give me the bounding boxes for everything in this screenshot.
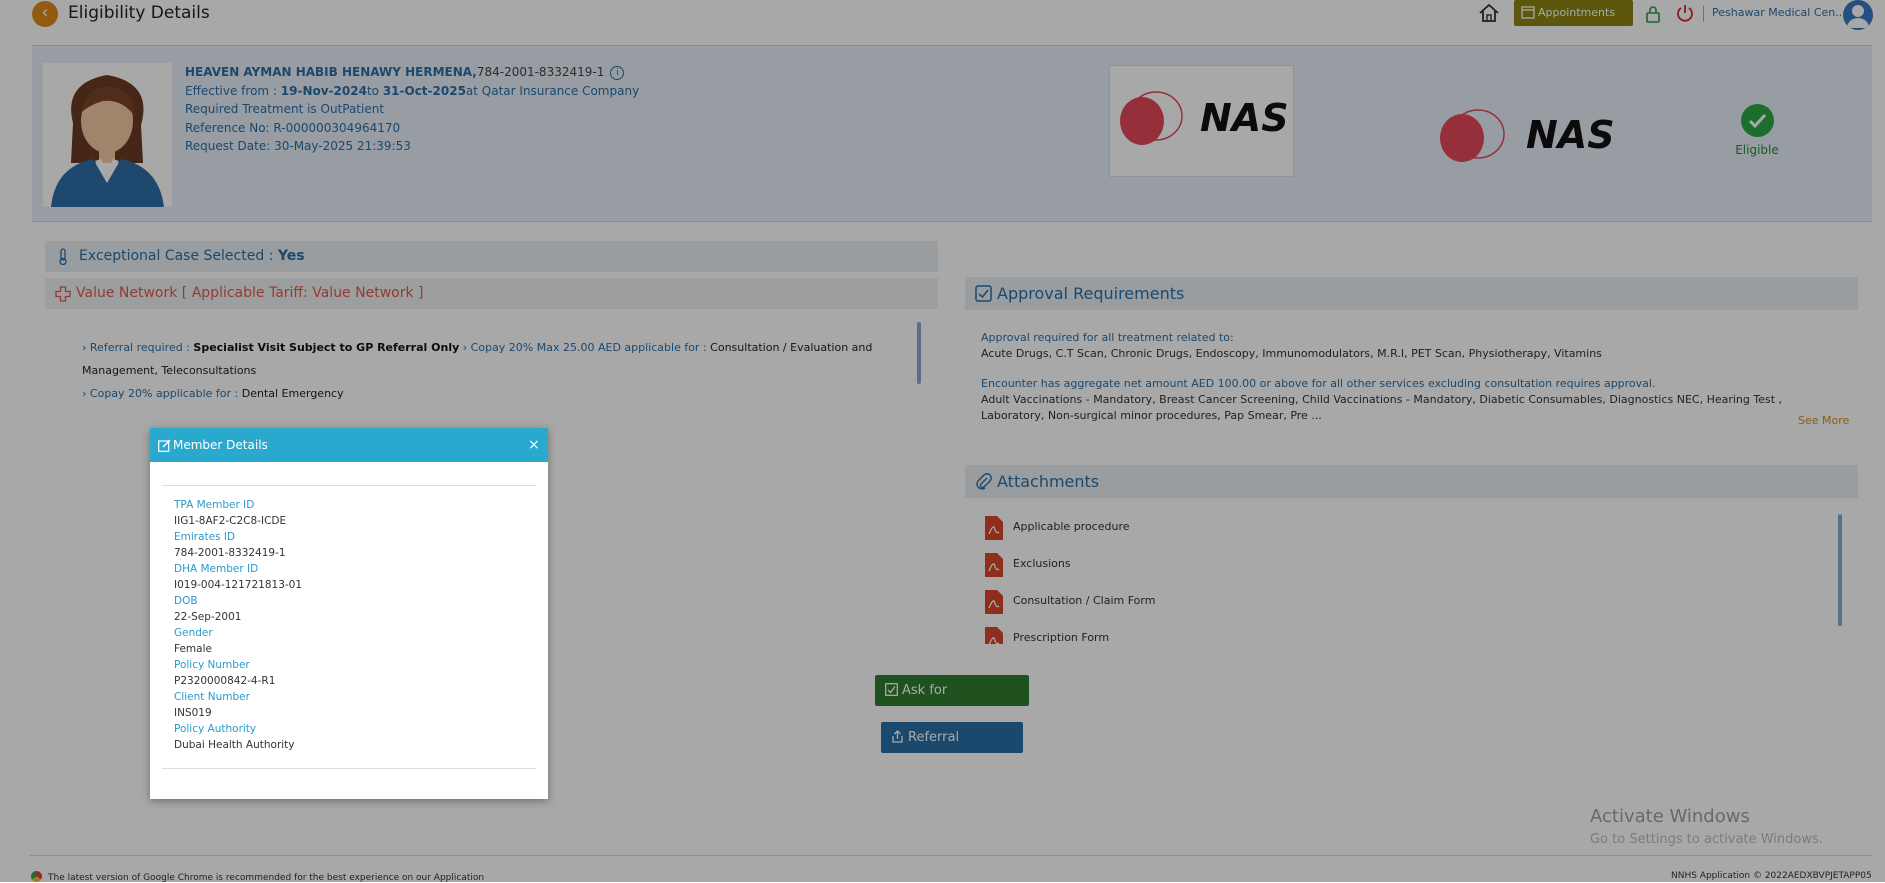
modal-divider <box>162 768 536 769</box>
modal-divider <box>162 485 536 486</box>
member-details-modal: Member Details × TPA Member ID IIG1-8AF2… <box>150 428 548 799</box>
field-value-tpa-member-id: IIG1-8AF2-C2C8-ICDE <box>174 515 287 527</box>
field-label-dob: DOB <box>174 595 198 607</box>
close-icon[interactable]: × <box>528 428 540 462</box>
field-value-client-number: INS019 <box>174 707 212 719</box>
field-label-emirates-id: Emirates ID <box>174 531 236 543</box>
field-label-tpa-member-id: TPA Member ID <box>174 499 255 511</box>
field-value-gender: Female <box>174 643 212 655</box>
field-value-dha-member-id: I019-004-121721813-01 <box>174 579 303 591</box>
field-label-dha-member-id: DHA Member ID <box>174 563 259 575</box>
edit-icon <box>158 439 171 452</box>
field-label-policy-authority: Policy Authority <box>174 723 257 735</box>
member-fields: TPA Member ID IIG1-8AF2-C2C8-ICDE Emirat… <box>174 497 302 753</box>
field-value-dob: 22-Sep-2001 <box>174 611 242 623</box>
field-label-policy-number: Policy Number <box>174 659 250 671</box>
modal-title: Member Details <box>173 438 268 452</box>
field-label-client-number: Client Number <box>174 691 250 703</box>
field-value-emirates-id: 784-2001-8332419-1 <box>174 547 286 559</box>
modal-header: Member Details × <box>150 428 548 462</box>
field-value-policy-authority: Dubai Health Authority <box>174 739 295 751</box>
field-label-gender: Gender <box>174 627 213 639</box>
field-value-policy-number: P2320000842-4-R1 <box>174 675 276 687</box>
